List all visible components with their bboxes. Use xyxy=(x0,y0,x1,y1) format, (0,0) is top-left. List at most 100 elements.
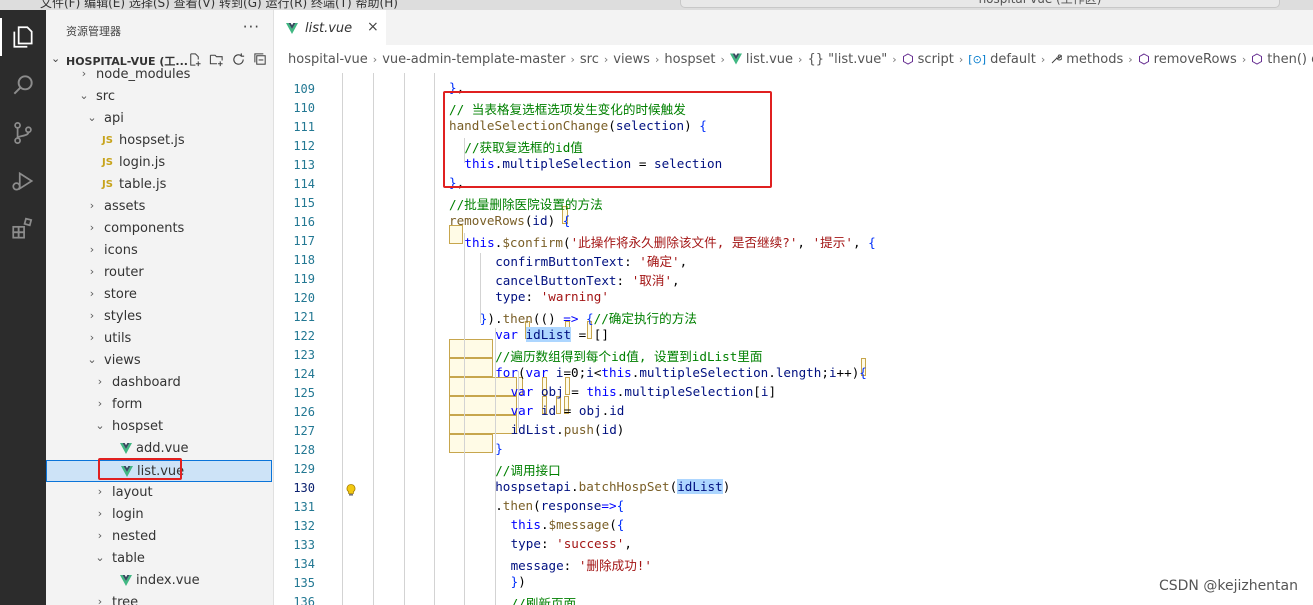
code-line[interactable]: this.$message({ xyxy=(511,517,625,532)
breadcrumb-separator-icon: › xyxy=(1040,52,1046,66)
tree-folder[interactable]: › router xyxy=(46,262,272,284)
explorer-header: 资源管理器 ··· xyxy=(46,10,273,46)
code-line[interactable]: var obj = this.multipleSelection[i] xyxy=(511,384,776,399)
tree-folder[interactable]: › icons xyxy=(46,240,272,262)
code-line[interactable]: //刷新页面 xyxy=(511,593,577,605)
tree-folder[interactable]: ⌄ table xyxy=(46,548,272,570)
tree-folder[interactable]: ⌄ api xyxy=(46,108,272,130)
breadcrumb-item[interactable]: vue-admin-template-master xyxy=(382,52,565,67)
tree-folder[interactable]: › styles xyxy=(46,306,272,328)
tree-folder[interactable]: › node_modules xyxy=(46,64,272,86)
breadcrumb-item[interactable]: removeRows xyxy=(1138,52,1237,67)
chevron-right-icon[interactable]: › xyxy=(86,221,98,234)
breadcrumb-item[interactable]: [⊙] default xyxy=(968,52,1036,67)
tree-folder[interactable]: › login xyxy=(46,504,272,526)
code-line[interactable]: for(var i=0;i<this.multipleSelection.len… xyxy=(495,365,867,380)
tree-folder[interactable]: › store xyxy=(46,284,272,306)
code-line[interactable]: }) xyxy=(511,574,526,589)
tree-folder[interactable]: › nested xyxy=(46,526,272,548)
menu-bar[interactable]: 文件(F) 编辑(E) 选择(S) 查看(V) 转到(G) 运行(R) 终端(T… xyxy=(40,0,398,10)
tree-file[interactable]: add.vue xyxy=(46,438,272,460)
tree-file[interactable]: JS table.js xyxy=(46,174,272,196)
chevron-right-icon[interactable]: › xyxy=(86,331,98,344)
chevron-right-icon[interactable]: › xyxy=(86,287,98,300)
code-line[interactable]: //调用接口 xyxy=(495,460,561,479)
tree-folder[interactable]: ⌄ src xyxy=(46,86,272,108)
close-icon[interactable]: × xyxy=(367,19,379,35)
breadcrumb-item[interactable]: src xyxy=(580,52,599,67)
code-line[interactable]: type: 'warning' xyxy=(495,289,609,304)
breadcrumb-item[interactable]: views xyxy=(613,52,650,67)
code-line[interactable]: }).then(() => {//确定执行的方法 xyxy=(480,308,697,327)
chevron-right-icon[interactable]: › xyxy=(86,199,98,212)
tree-folder[interactable]: › layout xyxy=(46,482,272,504)
code-editor[interactable]: 109}, 110// 当表格复选框选项发生变化的时候触发 111 handleSel… xyxy=(274,73,1313,605)
chevron-right-icon[interactable]: › xyxy=(78,67,90,80)
code-line[interactable]: confirmButtonText: '确定', xyxy=(495,251,687,270)
code-line[interactable]: message: '删除成功!' xyxy=(511,555,652,574)
breadcrumb-separator-icon: › xyxy=(1241,52,1247,66)
code-line[interactable]: .then(response=>{ xyxy=(495,498,624,513)
code-line[interactable]: removeRows(id) { xyxy=(449,213,570,228)
tree-folder[interactable]: › form xyxy=(46,394,272,416)
more-actions-icon[interactable]: ··· xyxy=(243,18,260,36)
code-line[interactable]: var idList = [] xyxy=(495,327,609,342)
tree-file[interactable]: JS login.js xyxy=(46,152,272,174)
code-line[interactable]: hospsetapi.batchHospSet(idList) xyxy=(495,479,730,494)
tree-folder[interactable]: ⌄ hospset xyxy=(46,416,272,438)
tree-file[interactable]: index.vue xyxy=(46,570,272,592)
line-number: 129 xyxy=(293,462,315,476)
chevron-down-icon[interactable]: ⌄ xyxy=(94,419,106,432)
whitespace-highlight xyxy=(449,434,493,453)
chevron-right-icon[interactable]: › xyxy=(94,529,106,542)
tree-item-label: form xyxy=(112,397,143,412)
chevron-right-icon[interactable]: › xyxy=(86,309,98,322)
breadcrumb-item[interactable]: hospital-vue xyxy=(288,52,368,67)
tree-folder[interactable]: › dashboard xyxy=(46,372,272,394)
chevron-right-icon[interactable]: › xyxy=(94,375,106,388)
breadcrumb-item[interactable]: script xyxy=(902,52,954,67)
tree-folder[interactable]: › utils xyxy=(46,328,272,350)
chevron-right-icon[interactable]: › xyxy=(94,397,106,410)
symbol-method-icon xyxy=(1252,53,1263,65)
chevron-right-icon[interactable]: › xyxy=(94,595,106,605)
breadcrumb-item[interactable]: methods xyxy=(1050,52,1123,67)
chevron-down-icon[interactable]: ⌄ xyxy=(86,111,98,124)
chevron-right-icon[interactable]: › xyxy=(94,507,106,520)
command-center[interactable]: hospital-vue (工作区) xyxy=(680,0,1280,8)
search-icon[interactable] xyxy=(8,70,38,100)
explorer-icon[interactable] xyxy=(0,18,38,56)
code-line[interactable]: type: 'success', xyxy=(511,536,632,551)
chevron-right-icon[interactable]: › xyxy=(86,265,98,278)
line-number: 111 xyxy=(293,120,315,134)
code-line[interactable]: cancelButtonText: '取消', xyxy=(495,270,679,289)
code-line[interactable]: this.$confirm('此操作将永久删除该文件, 是否继续?', '提示'… xyxy=(464,232,875,251)
chevron-down-icon[interactable]: ⌄ xyxy=(86,353,98,366)
annotation-box-code xyxy=(443,91,772,188)
source-control-icon[interactable] xyxy=(8,118,38,148)
lightbulb-icon[interactable] xyxy=(344,482,358,496)
chevron-right-icon[interactable]: › xyxy=(94,485,106,498)
chevron-down-icon[interactable]: ⌄ xyxy=(78,89,90,102)
code-line[interactable]: idList.push(id) xyxy=(511,422,625,437)
breadcrumb-item[interactable]: then() callback xyxy=(1251,52,1313,67)
tree-folder[interactable]: › assets xyxy=(46,196,272,218)
breadcrumb-item[interactable]: hospset xyxy=(664,52,715,67)
code-line[interactable]: //遍历数组得到每个id值, 设置到idList里面 xyxy=(495,346,762,365)
extensions-icon[interactable] xyxy=(8,214,38,244)
js-file-icon: JS xyxy=(102,157,113,168)
chevron-right-icon[interactable]: › xyxy=(86,243,98,256)
chevron-down-icon[interactable]: ⌄ xyxy=(94,551,106,564)
code-line[interactable]: //批量删除医院设置的方法 xyxy=(449,194,603,213)
code-line[interactable]: } xyxy=(495,441,503,456)
tree-file[interactable]: JS hospset.js xyxy=(46,130,272,152)
tab-list-vue[interactable]: list.vue × xyxy=(274,10,386,45)
code-line[interactable]: var id = obj.id xyxy=(511,403,625,418)
tree-folder[interactable]: › components xyxy=(46,218,272,240)
breadcrumb-item[interactable]: list.vue xyxy=(729,52,793,67)
tree-folder[interactable]: › tree xyxy=(46,592,272,605)
breadcrumb-label: removeRows xyxy=(1153,51,1237,67)
run-debug-icon[interactable] xyxy=(8,166,38,196)
breadcrumb-item[interactable]: {} "list.vue" xyxy=(807,52,887,67)
tree-folder[interactable]: ⌄ views xyxy=(46,350,272,372)
